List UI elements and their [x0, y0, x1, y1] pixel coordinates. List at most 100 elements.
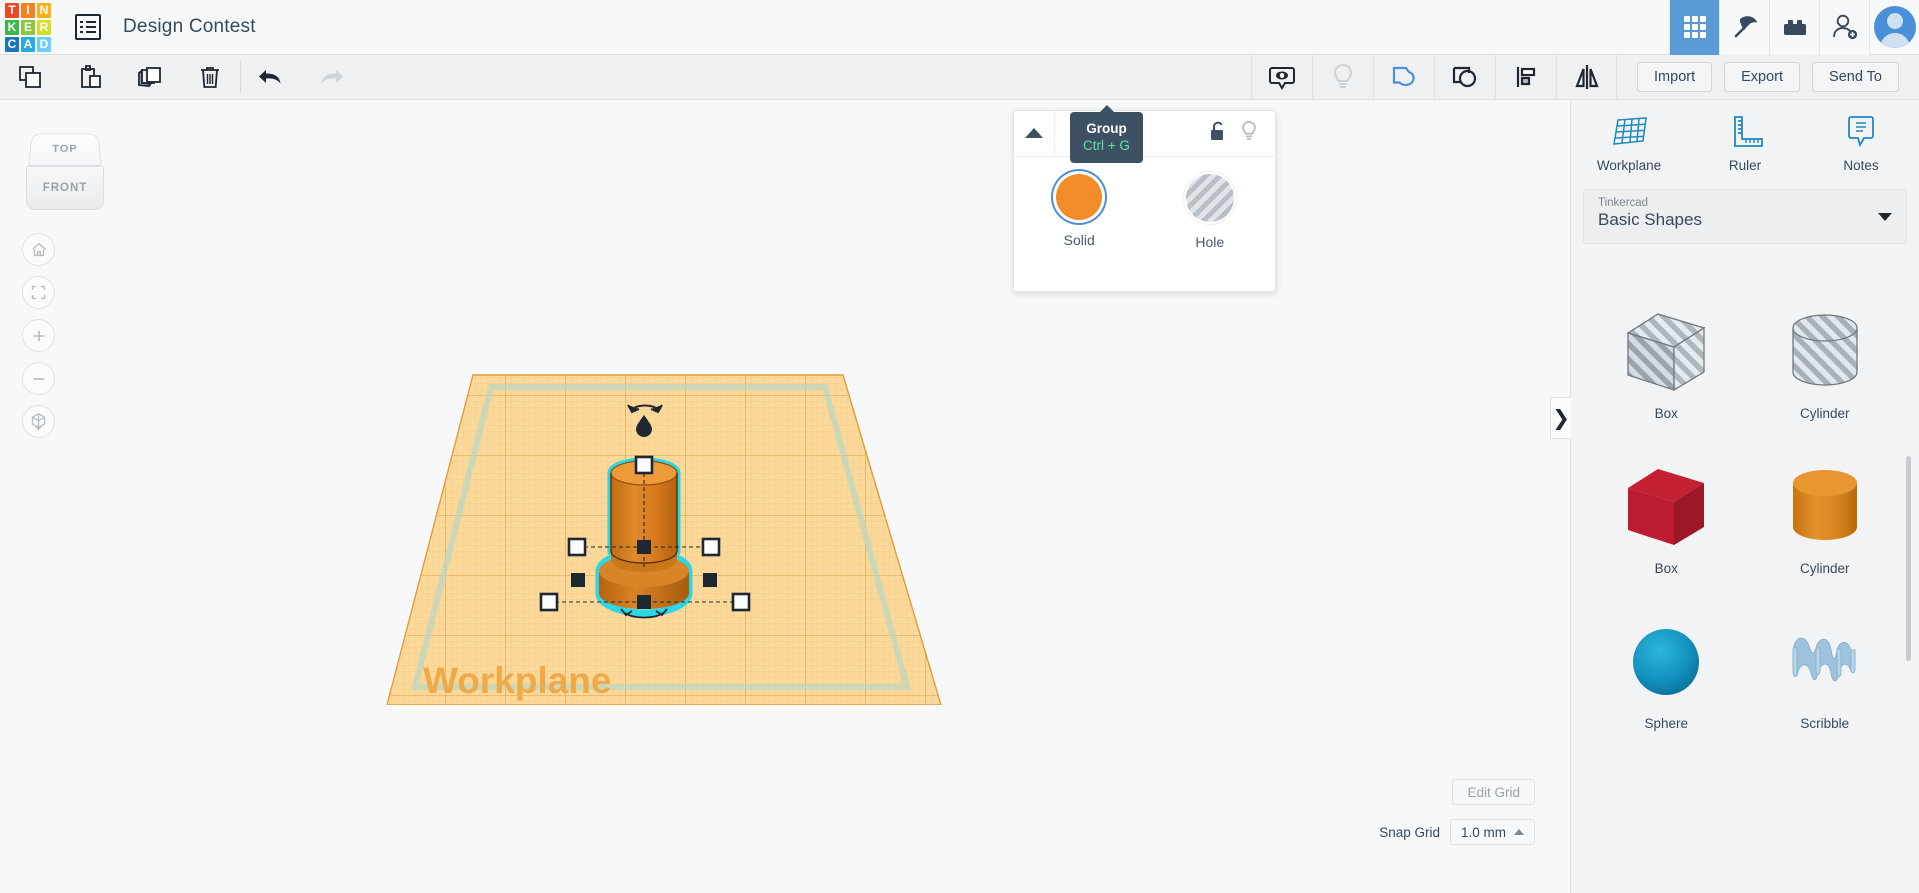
undo-icon[interactable] — [241, 55, 301, 99]
workplane-icon — [1613, 117, 1647, 145]
hole-box-thumb — [1626, 313, 1706, 392]
lego-brick-icon[interactable] — [1769, 0, 1819, 55]
notes-tool[interactable]: Notes — [1803, 114, 1919, 173]
snap-grid-label: Snap Grid — [1379, 824, 1440, 840]
copy-icon[interactable] — [0, 55, 60, 99]
solid-swatch — [1056, 174, 1103, 220]
logo-tile: I — [21, 2, 35, 18]
top-bar: T I N K E R C A D Design Contest — [0, 0, 1919, 55]
mirror-icon[interactable] — [1556, 55, 1618, 99]
workplane-label: Workplane — [423, 660, 611, 701]
documents-list-icon[interactable] — [75, 14, 101, 40]
shape-item-box-solid[interactable]: Box — [1587, 441, 1746, 596]
logo-tile: R — [37, 19, 51, 35]
view-cube[interactable]: TOP FRONT — [22, 132, 107, 210]
expand-panel-icon[interactable]: ❯ — [1550, 397, 1571, 439]
file-actions: Import Export Send To — [1631, 55, 1919, 99]
gallery-scrollbar[interactable] — [1906, 278, 1915, 890]
3d-canvas[interactable]: TOP FRONT Workplane Edit Grid Snap Grid … — [0, 100, 1570, 893]
chevron-down-icon[interactable] — [1878, 213, 1892, 221]
gallery-scroll-thumb[interactable] — [1906, 456, 1911, 661]
hole-cylinder-thumb — [1792, 314, 1858, 386]
selector-value: Basic Shapes — [1598, 210, 1702, 229]
logo-tile: D — [37, 36, 51, 52]
snap-grid-value: 1.0 mm — [1460, 824, 1506, 840]
hole-option[interactable]: Hole — [1145, 174, 1276, 250]
tinkercad-logo[interactable]: T I N K E R C A D — [0, 0, 55, 55]
view-cube-front[interactable]: FRONT — [26, 166, 104, 210]
shape-item-cylinder-solid[interactable]: Cylinder — [1746, 441, 1905, 596]
shape-item-sphere[interactable]: Sphere — [1587, 596, 1746, 751]
shape-library-selector[interactable]: Tinkercad Basic Shapes — [1583, 189, 1907, 244]
snap-grid-select[interactable]: 1.0 mm — [1449, 819, 1535, 845]
send-to-button[interactable]: Send To — [1812, 62, 1899, 92]
right-panel-tools: Workplane Ruler Notes — [1571, 100, 1919, 183]
tooltip-label: Group — [1086, 121, 1127, 136]
grid-apps-icon[interactable] — [1669, 0, 1719, 55]
snap-grid-control: Snap Grid 1.0 mm — [1379, 819, 1535, 845]
logo-tile: N — [37, 2, 51, 18]
red-box-thumb — [1628, 469, 1705, 545]
shape-label: Cylinder — [1799, 561, 1850, 576]
main-toolbar: Import Export Send To — [0, 55, 1919, 100]
shapes-panel-header: Shapes(2) — [1014, 111, 1275, 157]
home-view-icon[interactable] — [22, 233, 55, 266]
top-right-tools — [1669, 0, 1919, 55]
page-title: Design Contest — [123, 16, 256, 37]
group-icon[interactable] — [1373, 55, 1434, 99]
shape-label: Box — [1654, 561, 1678, 576]
solid-option[interactable]: Solid — [1014, 174, 1145, 250]
duplicate-icon[interactable] — [120, 55, 180, 99]
ruler-icon — [1734, 116, 1763, 147]
align-icon[interactable] — [1495, 55, 1556, 99]
paste-icon[interactable] — [60, 55, 120, 99]
view-cube-top[interactable]: TOP — [28, 133, 102, 166]
workplane-label: Workplane — [1596, 158, 1662, 173]
import-button[interactable]: Import — [1637, 62, 1713, 92]
visibility-icon[interactable] — [1251, 55, 1312, 99]
ruler-label: Ruler — [1728, 158, 1762, 173]
ortho-perspective-icon[interactable] — [22, 405, 55, 438]
ruler-tool[interactable]: Ruler — [1687, 114, 1803, 173]
shape-item-cylinder-hole[interactable]: Cylinder — [1746, 286, 1905, 441]
delete-icon[interactable] — [180, 55, 240, 99]
minecraft-pickaxe-icon[interactable] — [1719, 0, 1769, 55]
workplane[interactable]: Workplane — [385, 275, 945, 705]
shape-item-box-hole[interactable]: Box — [1587, 286, 1746, 441]
blue-sphere-thumb — [1633, 629, 1700, 695]
hole-label: Hole — [1195, 234, 1225, 250]
right-panel: ❯ Workplane Ruler Notes Tinkercad Basic … — [1550, 100, 1919, 893]
shape-gallery: Box Cylinder Box Cylinder Sphere Scribbl… — [1571, 274, 1919, 893]
solid-label: Solid — [1063, 232, 1095, 248]
notes-label: Notes — [1843, 158, 1879, 173]
export-button[interactable]: Export — [1724, 62, 1801, 92]
orange-cylinder-thumb — [1792, 470, 1857, 540]
logo-tile: T — [5, 2, 19, 18]
user-avatar[interactable] — [1869, 0, 1919, 55]
add-person-icon[interactable] — [1819, 0, 1869, 55]
shape-label: Cylinder — [1799, 406, 1850, 421]
edit-grid-button[interactable]: Edit Grid — [1452, 779, 1535, 805]
shapes-inspector-panel[interactable]: Shapes(2) Solid Hole — [1013, 110, 1276, 292]
lightbulb-icon[interactable] — [1239, 120, 1259, 147]
zoom-out-icon[interactable] — [22, 362, 55, 395]
zoom-in-icon[interactable] — [22, 319, 55, 352]
unlock-icon[interactable] — [1207, 120, 1227, 147]
shape-item-scribble[interactable]: Scribble — [1746, 596, 1905, 751]
redo-icon[interactable] — [301, 55, 361, 99]
logo-tile: K — [5, 19, 19, 35]
group-tooltip: Group Ctrl + G — [1070, 105, 1143, 163]
collapse-up-icon[interactable] — [1014, 111, 1055, 156]
lightbulb-icon[interactable] — [1312, 55, 1373, 99]
workplane-tool[interactable]: Workplane — [1571, 114, 1687, 173]
logo-tile: E — [21, 19, 35, 35]
tooltip-shortcut: Ctrl + G — [1083, 138, 1130, 153]
ungroup-icon[interactable] — [1434, 55, 1495, 99]
shapes-panel-body: Solid Hole — [1014, 157, 1275, 250]
chevron-up-icon — [1514, 828, 1524, 835]
fit-to-view-icon[interactable] — [22, 276, 55, 309]
shape-label: Scribble — [1800, 716, 1850, 731]
shapes-panel-actions — [1207, 120, 1275, 147]
hole-swatch — [1185, 174, 1234, 222]
